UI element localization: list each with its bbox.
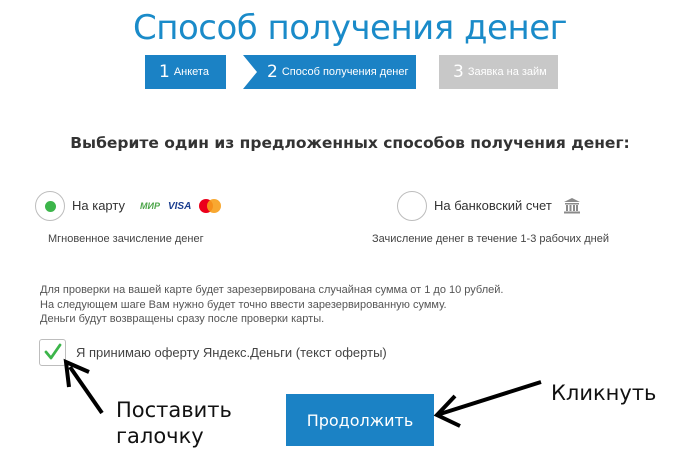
arrow-to-button xyxy=(433,380,542,428)
arrow-to-checkbox xyxy=(63,358,104,415)
annotation-arrows xyxy=(63,358,542,428)
